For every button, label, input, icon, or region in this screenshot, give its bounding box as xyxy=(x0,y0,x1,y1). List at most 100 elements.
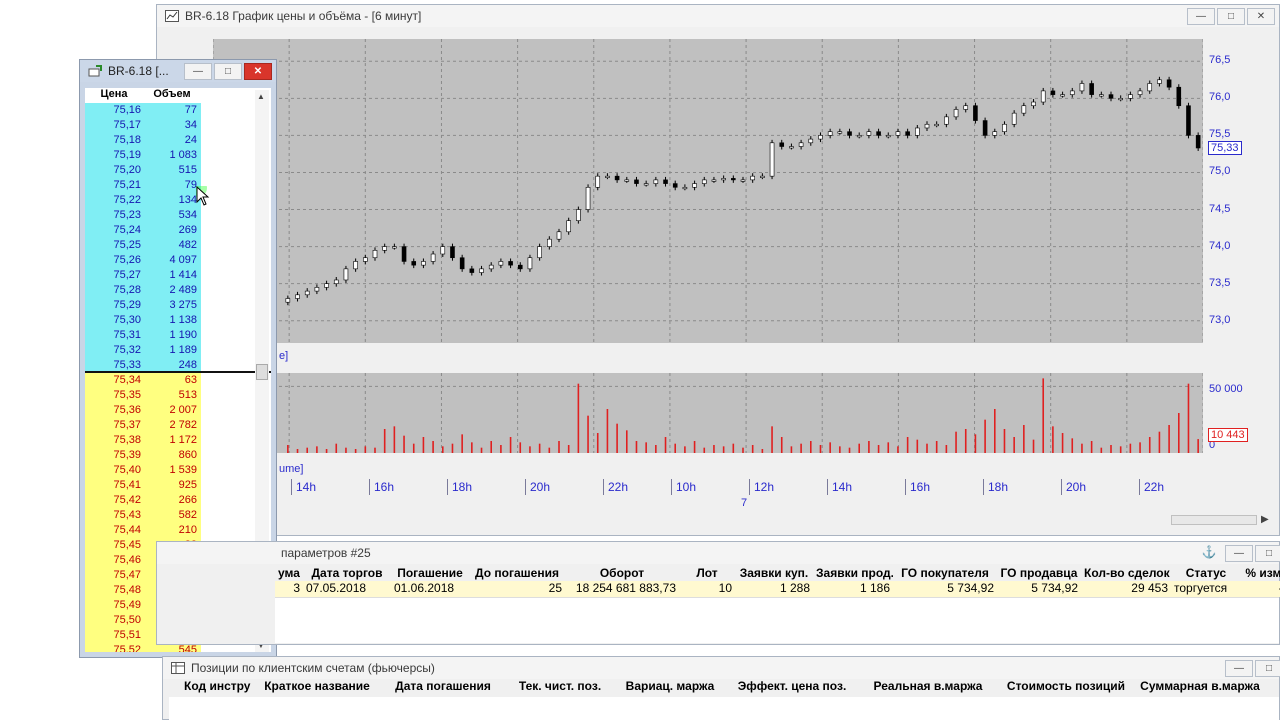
candle-body xyxy=(459,257,465,270)
maximize-button[interactable]: □ xyxy=(214,63,242,80)
maximize-button[interactable]: □ xyxy=(1255,660,1280,677)
ask-row[interactable]: 75,20 515 xyxy=(85,163,271,178)
ask-row[interactable]: 75,33 248 xyxy=(85,358,271,373)
time-axis: 12h14h16h18h20h22h10h12h14h16h18h20h22h xyxy=(213,479,1279,497)
params-col-header[interactable]: ума xyxy=(275,566,303,582)
params-col-header[interactable]: Дата торгов xyxy=(303,566,391,582)
ask-row[interactable]: 75,18 24 xyxy=(85,133,271,148)
params-col-header[interactable]: Погашение xyxy=(391,566,469,582)
minimize-button[interactable]: — xyxy=(184,63,212,80)
params-col-header[interactable]: До погашения xyxy=(469,566,565,582)
ask-row[interactable]: 75,21 79 xyxy=(85,178,271,193)
bid-price: 75,34 xyxy=(85,373,143,388)
ask-row[interactable]: 75,26 4 097 xyxy=(85,253,271,268)
ask-row[interactable]: 75,31 1 190 xyxy=(85,328,271,343)
ask-row[interactable]: 75,16 77 xyxy=(85,103,271,118)
candle-body xyxy=(1021,105,1027,114)
chart-area[interactable]: 76,5 76,0 75,5 75,0 74,5 74,0 73,5 73,0 75,33 e… xyxy=(161,35,1275,535)
bid-row[interactable]: 75,39 860 xyxy=(85,448,271,463)
bid-row[interactable]: 75,42 266 xyxy=(85,493,271,508)
ask-row[interactable]: 75,19 1 083 xyxy=(85,148,271,163)
candle-body xyxy=(982,120,988,136)
positions-table-body[interactable] xyxy=(169,697,1279,720)
params-col-header[interactable]: Кол-во сделок xyxy=(1081,566,1171,582)
bid-row[interactable]: 75,43 582 xyxy=(85,508,271,523)
ask-row[interactable]: 75,23 534 xyxy=(85,208,271,223)
minimize-button[interactable]: — xyxy=(1225,545,1253,562)
ask-row[interactable]: 75,22 134 xyxy=(85,193,271,208)
candle-body xyxy=(314,287,320,292)
maximize-button[interactable]: □ xyxy=(1217,8,1245,25)
positions-col-header[interactable]: Вариац. маржа xyxy=(615,679,725,697)
params-col-header[interactable]: Заявки куп. xyxy=(735,566,813,582)
close-button[interactable]: ✕ xyxy=(1247,8,1275,25)
horizontal-scrollbar[interactable] xyxy=(1171,515,1257,525)
params-col-header[interactable]: ГО продавца xyxy=(997,566,1081,582)
minimize-button[interactable]: — xyxy=(1187,8,1215,25)
positions-col-header[interactable]: Эффект. цена поз. xyxy=(725,679,859,697)
parameters-data-row[interactable]: 3 07.05.2018 01.06.2018 25 18 254 681 883,73… xyxy=(275,581,1280,597)
candle-body xyxy=(469,268,475,273)
candle-body xyxy=(450,246,455,259)
order-book-titlebar[interactable]: BR-6.18 [... — □ ✕ xyxy=(80,60,276,82)
close-button[interactable]: ✕ xyxy=(244,63,272,80)
scroll-right-icon[interactable]: ▶ xyxy=(1261,514,1269,525)
scroll-up-icon[interactable]: ▲ xyxy=(257,92,265,101)
params-col-header[interactable]: Лот xyxy=(679,566,735,582)
last-volume-label: 10 443 xyxy=(1208,428,1248,442)
params-col-header[interactable]: Оборот xyxy=(565,566,679,582)
positions-col-header[interactable]: Стоимость позиций xyxy=(997,679,1135,697)
positions-titlebar[interactable]: Позиции по клиентским счетам (фьючерсы) … xyxy=(163,657,1280,679)
positions-col-header[interactable]: Реальная в.маржа xyxy=(859,679,997,697)
candle-body xyxy=(808,138,814,144)
candle-body xyxy=(750,175,755,181)
chart-titlebar[interactable]: BR-6.18 График цены и объёма - [6 минут]… xyxy=(157,5,1279,27)
params-cell: 25 xyxy=(548,581,562,595)
candle-body xyxy=(392,246,397,249)
candle-body xyxy=(731,178,736,181)
ask-volume: 77 xyxy=(143,103,201,118)
positions-col-header[interactable]: Тек. чист. поз. xyxy=(505,679,615,697)
bid-row[interactable]: 75,44 210 xyxy=(85,523,271,538)
bid-row[interactable]: 75,37 2 782 xyxy=(85,418,271,433)
candle-body xyxy=(760,175,765,178)
bid-row[interactable]: 75,36 2 007 xyxy=(85,403,271,418)
bid-row[interactable]: 75,35 513 xyxy=(85,388,271,403)
volume-chart[interactable] xyxy=(213,373,1203,453)
bid-row[interactable]: 75,34 63 xyxy=(85,373,271,388)
params-col-header[interactable]: ГО покупателя xyxy=(893,566,997,582)
params-col-header[interactable]: Статус xyxy=(1171,566,1241,582)
ask-row[interactable]: 75,29 3 275 xyxy=(85,298,271,313)
order-book-header: Цена Объем xyxy=(85,88,271,103)
ask-row[interactable]: 75,30 1 138 xyxy=(85,313,271,328)
time-tick-label: 16h xyxy=(905,479,930,495)
maximize-button[interactable]: □ xyxy=(1255,545,1280,562)
bid-row[interactable]: 75,41 925 xyxy=(85,478,271,493)
ask-volume: 24 xyxy=(143,133,201,148)
ask-price: 75,31 xyxy=(85,328,143,343)
positions-col-header[interactable]: Код инстру xyxy=(181,679,253,697)
positions-col-header[interactable]: Краткое название xyxy=(253,679,381,697)
minimize-button[interactable]: — xyxy=(1225,660,1253,677)
positions-col-header[interactable]: Суммарная в.маржа xyxy=(1135,679,1265,697)
params-col-header[interactable]: Заявки прод. xyxy=(813,566,893,582)
candle-body xyxy=(779,142,785,147)
ask-price: 75,32 xyxy=(85,343,143,358)
ask-row[interactable]: 75,32 1 189 xyxy=(85,343,271,358)
bid-row[interactable]: 75,40 1 539 xyxy=(85,463,271,478)
params-col-header[interactable]: % измен.з xyxy=(1241,566,1280,582)
price-chart[interactable] xyxy=(213,39,1203,343)
ask-row[interactable]: 75,27 1 414 xyxy=(85,268,271,283)
ask-row[interactable]: 75,25 482 xyxy=(85,238,271,253)
ask-row[interactable]: 75,24 269 xyxy=(85,223,271,238)
parameters-titlebar[interactable]: параметров #25 ⚓ — □ xyxy=(157,542,1280,564)
ask-row[interactable]: 75,17 34 xyxy=(85,118,271,133)
ask-price: 75,17 xyxy=(85,118,143,133)
positions-col-header[interactable]: Дата погашения xyxy=(381,679,505,697)
bid-row[interactable]: 75,38 1 172 xyxy=(85,433,271,448)
anchor-icon[interactable]: ⚓ xyxy=(1195,545,1223,562)
scroll-thumb[interactable] xyxy=(256,364,268,380)
parameters-table-body[interactable] xyxy=(275,597,1279,643)
candle-body xyxy=(924,123,930,129)
ask-row[interactable]: 75,28 2 489 xyxy=(85,283,271,298)
